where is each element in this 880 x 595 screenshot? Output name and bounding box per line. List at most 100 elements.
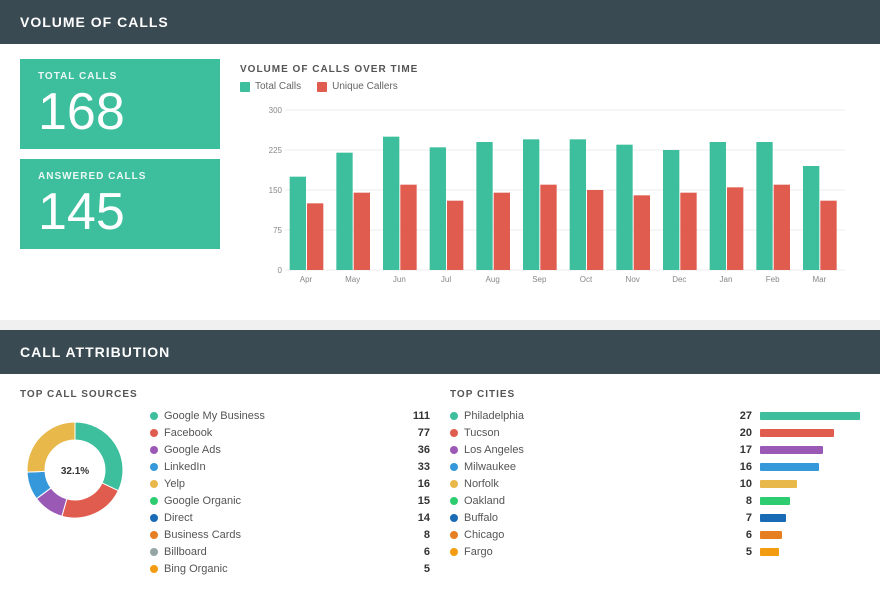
source-name: Google Organic xyxy=(164,495,405,507)
source-count: 5 xyxy=(405,563,430,575)
source-name: Yelp xyxy=(164,478,405,490)
svg-text:Nov: Nov xyxy=(626,275,640,284)
volume-title: VOLUME OF CALLS xyxy=(20,14,169,30)
sources-list: Google My Business 111 Facebook 77 Googl… xyxy=(150,410,430,580)
svg-text:Dec: Dec xyxy=(672,275,686,284)
source-dot xyxy=(150,514,158,522)
city-count: 10 xyxy=(732,478,752,490)
legend-total-dot xyxy=(240,82,250,92)
city-name: Fargo xyxy=(464,546,732,558)
source-item: Bing Organic 5 xyxy=(150,563,430,575)
city-item: Philadelphia 27 xyxy=(450,410,860,422)
city-bar-container xyxy=(760,548,860,556)
city-bar xyxy=(760,446,823,454)
source-name: Billboard xyxy=(164,546,405,558)
legend-total-label: Total Calls xyxy=(255,81,301,92)
top-cities: TOP CITIES Philadelphia 27 Tucson 20 Los… xyxy=(450,389,860,580)
attribution-title: CALL ATTRIBUTION xyxy=(20,344,170,360)
answered-calls-label: ANSWERED CALLS xyxy=(38,171,202,182)
city-item: Los Angeles 17 xyxy=(450,444,860,456)
source-item: Yelp 16 xyxy=(150,478,430,490)
source-item: LinkedIn 33 xyxy=(150,461,430,473)
city-bar xyxy=(760,531,782,539)
source-count: 77 xyxy=(405,427,430,439)
source-count: 111 xyxy=(405,410,430,422)
city-item: Norfolk 10 xyxy=(450,478,860,490)
city-bar-container xyxy=(760,446,860,454)
city-dot xyxy=(450,514,458,522)
source-name: Direct xyxy=(164,512,405,524)
city-name: Chicago xyxy=(464,529,732,541)
volume-section: VOLUME OF CALLS TOTAL CALLS 168 ANSWERED… xyxy=(0,0,880,320)
source-item: Billboard 6 xyxy=(150,546,430,558)
svg-text:Feb: Feb xyxy=(766,275,780,284)
city-name: Oakland xyxy=(464,495,732,507)
city-bar-container xyxy=(760,429,860,437)
city-count: 6 xyxy=(732,529,752,541)
source-item: Google My Business 111 xyxy=(150,410,430,422)
cities-list: Philadelphia 27 Tucson 20 Los Angeles 17… xyxy=(450,410,860,558)
source-name: Google Ads xyxy=(164,444,405,456)
svg-text:Jan: Jan xyxy=(720,275,733,284)
city-dot xyxy=(450,463,458,471)
svg-text:32.1%: 32.1% xyxy=(61,466,89,477)
answered-calls-value: 145 xyxy=(38,186,202,238)
source-name: Facebook xyxy=(164,427,405,439)
volume-header: VOLUME OF CALLS xyxy=(0,0,880,44)
city-bar xyxy=(760,548,779,556)
city-name: Milwaukee xyxy=(464,461,732,473)
volume-chart-area: VOLUME OF CALLS OVER TIME Total Calls Un… xyxy=(240,59,860,305)
legend-unique-label: Unique Callers xyxy=(332,81,398,92)
city-bar-container xyxy=(760,531,860,539)
city-item: Chicago 6 xyxy=(450,529,860,541)
svg-text:Sep: Sep xyxy=(532,275,547,284)
source-name: Google My Business xyxy=(164,410,405,422)
chart-legend: Total Calls Unique Callers xyxy=(240,81,860,92)
svg-text:Jun: Jun xyxy=(393,275,406,284)
source-dot xyxy=(150,548,158,556)
city-bar xyxy=(760,480,797,488)
source-count: 8 xyxy=(405,529,430,541)
donut-svg: 32.1% xyxy=(20,410,140,540)
svg-text:Jul: Jul xyxy=(441,275,451,284)
svg-text:225: 225 xyxy=(269,146,283,155)
city-count: 20 xyxy=(732,427,752,439)
answered-calls-card: ANSWERED CALLS 145 xyxy=(20,159,220,249)
city-item: Milwaukee 16 xyxy=(450,461,860,473)
svg-text:Oct: Oct xyxy=(580,275,593,284)
city-bar xyxy=(760,463,819,471)
source-count: 6 xyxy=(405,546,430,558)
source-item: Google Ads 36 xyxy=(150,444,430,456)
source-count: 33 xyxy=(405,461,430,473)
city-name: Philadelphia xyxy=(464,410,732,422)
source-dot xyxy=(150,565,158,573)
city-count: 8 xyxy=(732,495,752,507)
city-bar-container xyxy=(760,497,860,505)
source-item: Google Organic 15 xyxy=(150,495,430,507)
source-dot xyxy=(150,446,158,454)
svg-text:May: May xyxy=(345,275,360,284)
svg-text:Aug: Aug xyxy=(486,275,500,284)
city-dot xyxy=(450,480,458,488)
chart-title: VOLUME OF CALLS OVER TIME xyxy=(240,64,860,75)
source-dot xyxy=(150,429,158,437)
legend-unique-dot xyxy=(317,82,327,92)
source-dot xyxy=(150,480,158,488)
svg-text:Apr: Apr xyxy=(300,275,313,284)
city-bar-container xyxy=(760,480,860,488)
stat-cards: TOTAL CALLS 168 ANSWERED CALLS 145 xyxy=(20,59,220,305)
city-item: Oakland 8 xyxy=(450,495,860,507)
cities-title: TOP CITIES xyxy=(450,389,860,400)
sources-title: TOP CALL SOURCES xyxy=(20,389,430,400)
city-bar-container xyxy=(760,463,860,471)
top-call-sources: TOP CALL SOURCES 32.1% Google My Busines… xyxy=(20,389,430,580)
source-item: Direct 14 xyxy=(150,512,430,524)
attribution-section: CALL ATTRIBUTION TOP CALL SOURCES 32.1% … xyxy=(0,330,880,595)
svg-text:300: 300 xyxy=(269,106,283,115)
city-dot xyxy=(450,446,458,454)
donut-chart: 32.1% xyxy=(20,410,140,540)
city-dot xyxy=(450,531,458,539)
city-count: 16 xyxy=(732,461,752,473)
city-item: Fargo 5 xyxy=(450,546,860,558)
city-dot xyxy=(450,429,458,437)
